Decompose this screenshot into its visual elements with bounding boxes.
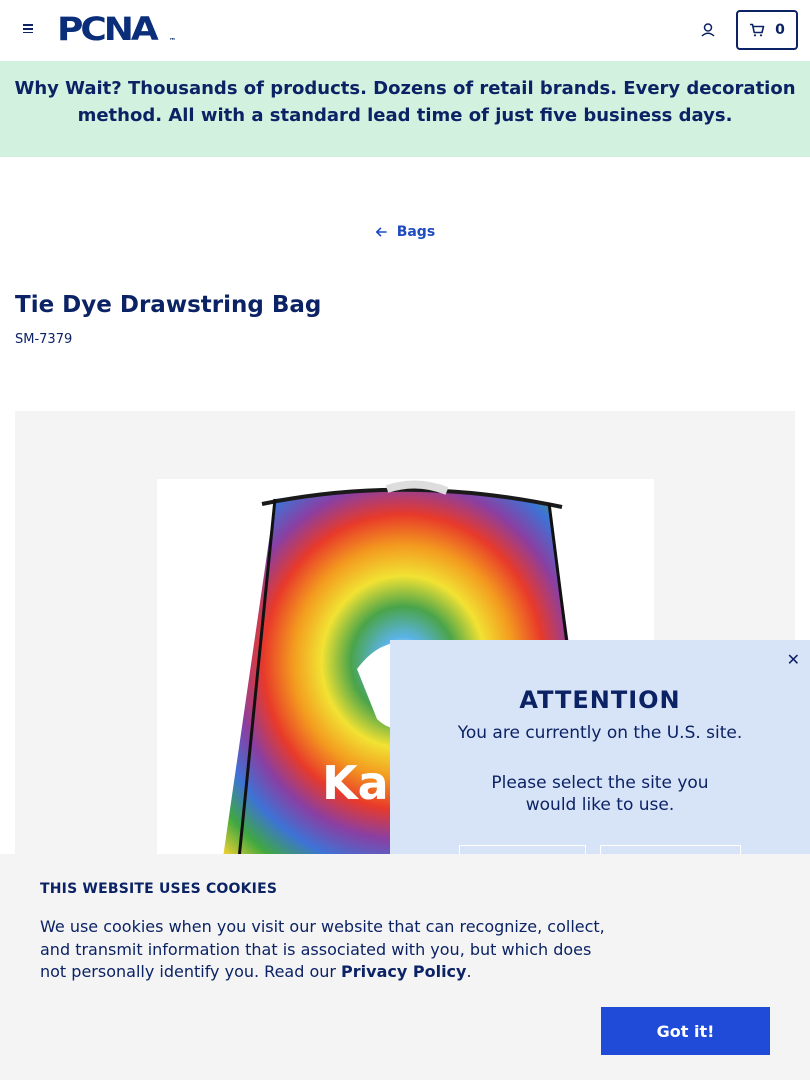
back-to-category-link[interactable]: Bags: [0, 224, 810, 240]
product-title: Tie Dye Drawstring Bag: [15, 292, 322, 318]
logo-trademark: ™: [169, 37, 176, 45]
cookie-body-text: We use cookies when you visit our websit…: [40, 917, 605, 981]
cart-button[interactable]: 0: [736, 10, 798, 50]
accept-cookies-button[interactable]: Got it!: [601, 1007, 770, 1055]
product-sku: SM-7379: [15, 332, 73, 347]
hamburger-menu-icon[interactable]: [20, 22, 36, 38]
back-link-label: Bags: [396, 224, 436, 240]
promo-body: Thousands of products. Dozens of retail …: [77, 78, 796, 126]
privacy-policy-link[interactable]: Privacy Policy: [341, 962, 466, 981]
close-icon[interactable]: ✕: [787, 650, 800, 669]
promo-lead: Why Wait?: [14, 78, 122, 99]
cookie-body: We use cookies when you visit our websit…: [40, 916, 620, 984]
cart-icon: [750, 23, 765, 37]
popup-current-site: You are currently on the U.S. site.: [457, 723, 743, 743]
popup-heading: ATTENTION: [519, 686, 681, 714]
cart-count: 0: [775, 22, 785, 38]
region-select-popup: ✕ ATTENTION You are currently on the U.S…: [390, 640, 810, 885]
cookie-heading: THIS WEBSITE USES COOKIES: [40, 881, 278, 897]
logo-text: PCNA: [57, 11, 159, 48]
user-icon[interactable]: [699, 21, 717, 39]
arrow-left-icon: [375, 224, 392, 240]
pcna-logo[interactable]: PCNA ™: [57, 12, 177, 48]
popup-select-prompt: Please select the site you would like to…: [491, 773, 709, 815]
svg-text:Ka: Ka: [322, 756, 389, 810]
cookie-period: .: [466, 962, 472, 981]
promo-banner: Why Wait? Thousands of products. Dozens …: [0, 61, 810, 157]
cookie-banner: THIS WEBSITE USES COOKIES We use cookies…: [0, 854, 810, 1080]
promo-text: Why Wait? Thousands of products. Dozens …: [12, 75, 798, 129]
site-header: PCNA ™ 0: [0, 0, 810, 61]
